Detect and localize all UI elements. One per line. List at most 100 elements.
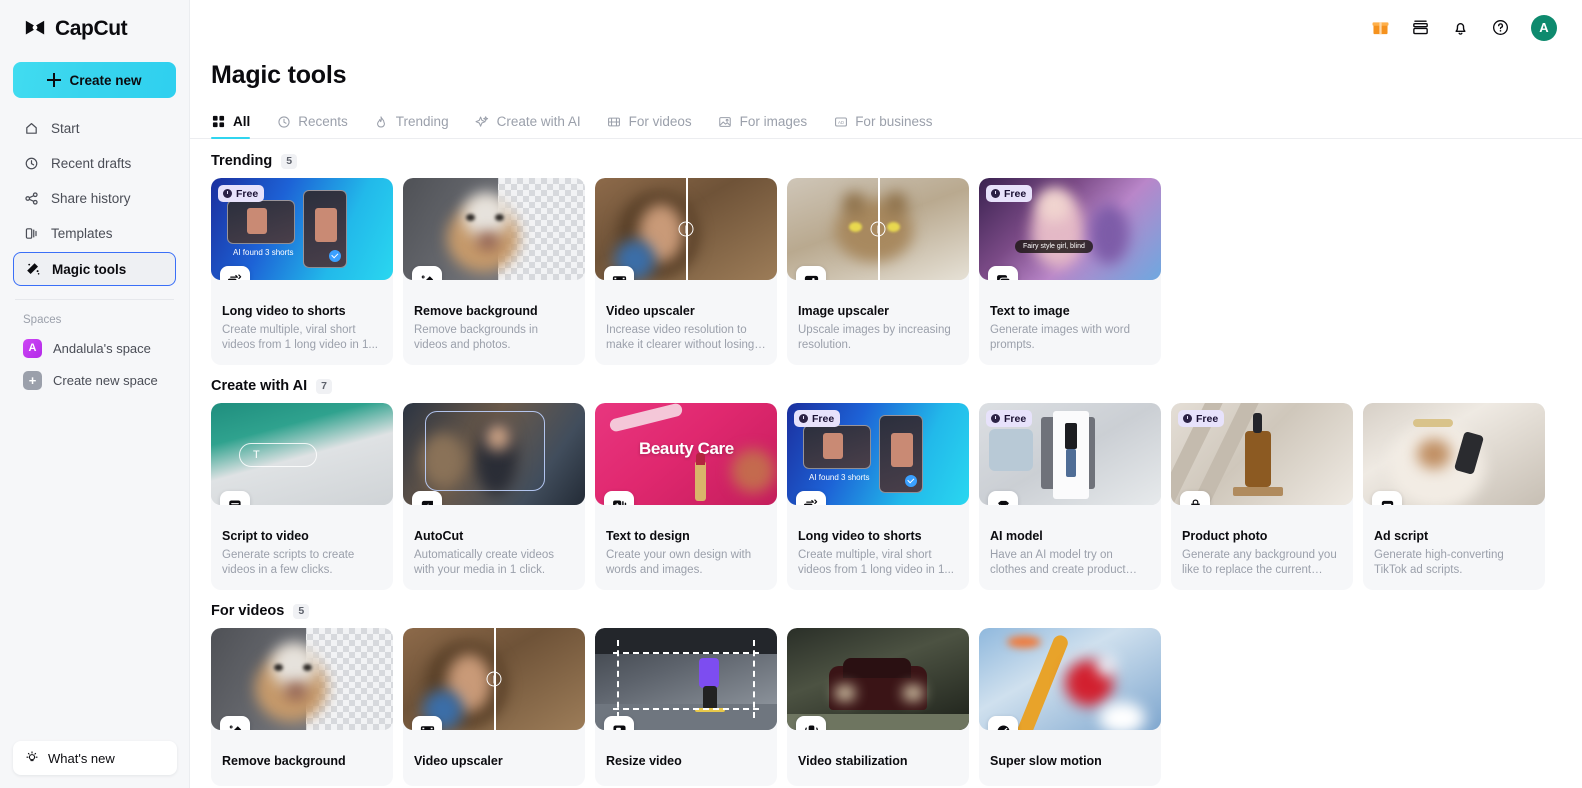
card-title: Ad script [1374, 529, 1429, 543]
inbox-icon[interactable] [1411, 18, 1430, 37]
card-title: Video upscaler [414, 754, 503, 768]
sidebar-nav: Start Recent drafts Share history Templa… [13, 112, 176, 286]
magic-eraser-icon [220, 716, 250, 730]
tool-card-resize-video[interactable]: Resize video [595, 628, 777, 786]
sidebar-item-magic-tools[interactable]: Magic tools [13, 252, 176, 286]
sidebar-item-label: Start [51, 121, 80, 136]
tab-recents[interactable]: Recents [276, 114, 348, 138]
section-title: For videos [211, 603, 285, 619]
product-photo-icon: AI [1180, 491, 1210, 505]
brand-logo-area[interactable]: CapCut [13, 0, 176, 58]
tool-card-product-photo[interactable]: Free AI Product photo Generate any backg… [1171, 403, 1353, 590]
avatar[interactable]: A [1531, 14, 1557, 41]
film-icon [607, 114, 622, 129]
create-new-label: Create new [69, 72, 142, 88]
tool-card-ai-model[interactable]: Free AI AI model Have an AI model try on… [979, 403, 1161, 590]
section-title: Trending [211, 153, 273, 169]
space-item-andalula[interactable]: A Andalula's space [13, 332, 176, 364]
thumbnail-art [979, 628, 1161, 730]
card-description: Generate high-converting TikTok ad scrip… [1374, 549, 1504, 576]
sidebar-item-start[interactable]: Start [13, 112, 176, 145]
tool-card-long-video-to-shorts[interactable]: AI found 3 shorts Free Long video to sho… [211, 178, 393, 365]
tool-card-remove-background[interactable]: Remove background Remove backgrounds in … [403, 178, 585, 365]
card-body: Product photo Generate any background yo… [1171, 505, 1353, 590]
card-body: Video upscaler Increase video resolution… [595, 280, 777, 365]
svg-text:AD: AD [838, 119, 844, 124]
free-badge: Free [218, 185, 265, 202]
sidebar-item-templates[interactable]: Templates [13, 217, 176, 250]
gift-icon[interactable] [1371, 18, 1390, 37]
card-description: Generate any background you like to repl… [1182, 549, 1337, 576]
card-description: Create multiple, viral short videos from… [798, 549, 954, 576]
whats-new-button[interactable]: What's new [13, 741, 177, 775]
card-thumbnail: T AI [211, 403, 393, 505]
tab-create-with-ai[interactable]: Create with AI [475, 114, 581, 138]
card-row: Remove background Video upscaler Resize … [211, 628, 1582, 786]
flame-icon [374, 114, 389, 129]
card-body: Video stabilization [787, 730, 969, 786]
sidebar-item-recent-drafts[interactable]: Recent drafts [13, 147, 176, 180]
sidebar-item-share-history[interactable]: Share history [13, 182, 176, 215]
tool-card-text-to-image[interactable]: Fairy style girl, blind Free Text to ima… [979, 178, 1161, 365]
card-title: Video stabilization [798, 754, 908, 768]
tool-card-text-to-design[interactable]: Beauty Care Text to design Create your o… [595, 403, 777, 590]
card-body: Long video to shorts Create multiple, vi… [211, 280, 393, 365]
tool-card-ad-script[interactable]: Ad script Generate high-converting TikTo… [1363, 403, 1545, 590]
long-video-to-shorts-icon [796, 491, 826, 505]
tool-card-video-stabilization[interactable]: Video stabilization [787, 628, 969, 786]
help-icon[interactable] [1491, 18, 1510, 37]
card-body: Remove background Remove backgrounds in … [403, 280, 585, 365]
space-item-create-new[interactable]: + Create new space [13, 364, 176, 396]
tab-all[interactable]: All [211, 114, 251, 139]
card-thumbnail: AI found 3 shorts Free [211, 178, 393, 280]
create-new-button[interactable]: Create new [13, 62, 176, 98]
tab-for-images[interactable]: For images [718, 114, 807, 138]
card-body: Remove background [211, 730, 393, 786]
tool-card-image-upscaler[interactable]: 4K Image upscaler Upscale images by incr… [787, 178, 969, 365]
tool-card-video-upscaler[interactable]: 2x Video upscaler Increase video resolut… [595, 178, 777, 365]
tool-card-video-upscaler-2[interactable]: 2x Video upscaler [403, 628, 585, 786]
image-icon [718, 114, 733, 129]
card-description: Automatically create videos with your me… [414, 549, 554, 576]
tab-label: Trending [395, 114, 449, 129]
card-thumbnail: Beauty Care [595, 403, 777, 505]
page-title: Magic tools [211, 61, 347, 89]
card-title: Text to design [606, 529, 690, 543]
tools-content: Trending 5 AI found 3 shorts Free Long v… [190, 153, 1582, 786]
tab-trending[interactable]: Trending [374, 114, 449, 138]
brand-name: CapCut [55, 17, 128, 40]
card-thumbnail: 2x [595, 178, 777, 280]
thumbnail-art [403, 628, 585, 730]
tab-for-business[interactable]: AD For business [833, 114, 932, 138]
clock-icon [799, 414, 808, 423]
space-item-label: Andalula's space [53, 340, 151, 356]
badge-label: Free [1004, 187, 1027, 200]
card-thumbnail [595, 628, 777, 730]
bell-icon[interactable] [1451, 18, 1470, 37]
section-header: Create with AI 7 [211, 378, 1582, 394]
video-upscaler-2x-icon: 2x [412, 716, 442, 730]
card-title: Remove background [222, 754, 346, 768]
card-description: Generate scripts to create videos in a f… [222, 549, 355, 576]
templates-icon [23, 225, 40, 242]
tab-label: All [233, 114, 251, 129]
tool-card-remove-background-2[interactable]: Remove background [211, 628, 393, 786]
clock-icon [23, 155, 40, 172]
card-thumbnail: Free AI [1171, 403, 1353, 505]
tab-label: For business [855, 114, 933, 129]
long-video-to-shorts-icon [220, 266, 250, 280]
text-to-design-icon [604, 491, 634, 505]
card-thumbnail: AI found 3 shorts Free [787, 403, 969, 505]
tool-card-super-slow-motion[interactable]: 0.5x Super slow motion [979, 628, 1161, 786]
tool-card-long-video-to-shorts-2[interactable]: AI found 3 shorts Free Long video to sho… [787, 403, 969, 590]
tool-card-autocut[interactable]: AutoCut Automatically create videos with… [403, 403, 585, 590]
tool-card-script-to-video[interactable]: T AI Script to video Generate scripts to… [211, 403, 393, 590]
card-thumbnail [403, 178, 585, 280]
section-create-with-ai: Create with AI 7 T AI [211, 378, 1582, 590]
free-badge: Free [986, 185, 1033, 202]
free-badge: Free [794, 410, 841, 427]
sidebar-item-label: Share history [51, 191, 131, 206]
grid-icon [211, 114, 226, 129]
clock-icon [223, 189, 232, 198]
tab-for-videos[interactable]: For videos [607, 114, 692, 138]
